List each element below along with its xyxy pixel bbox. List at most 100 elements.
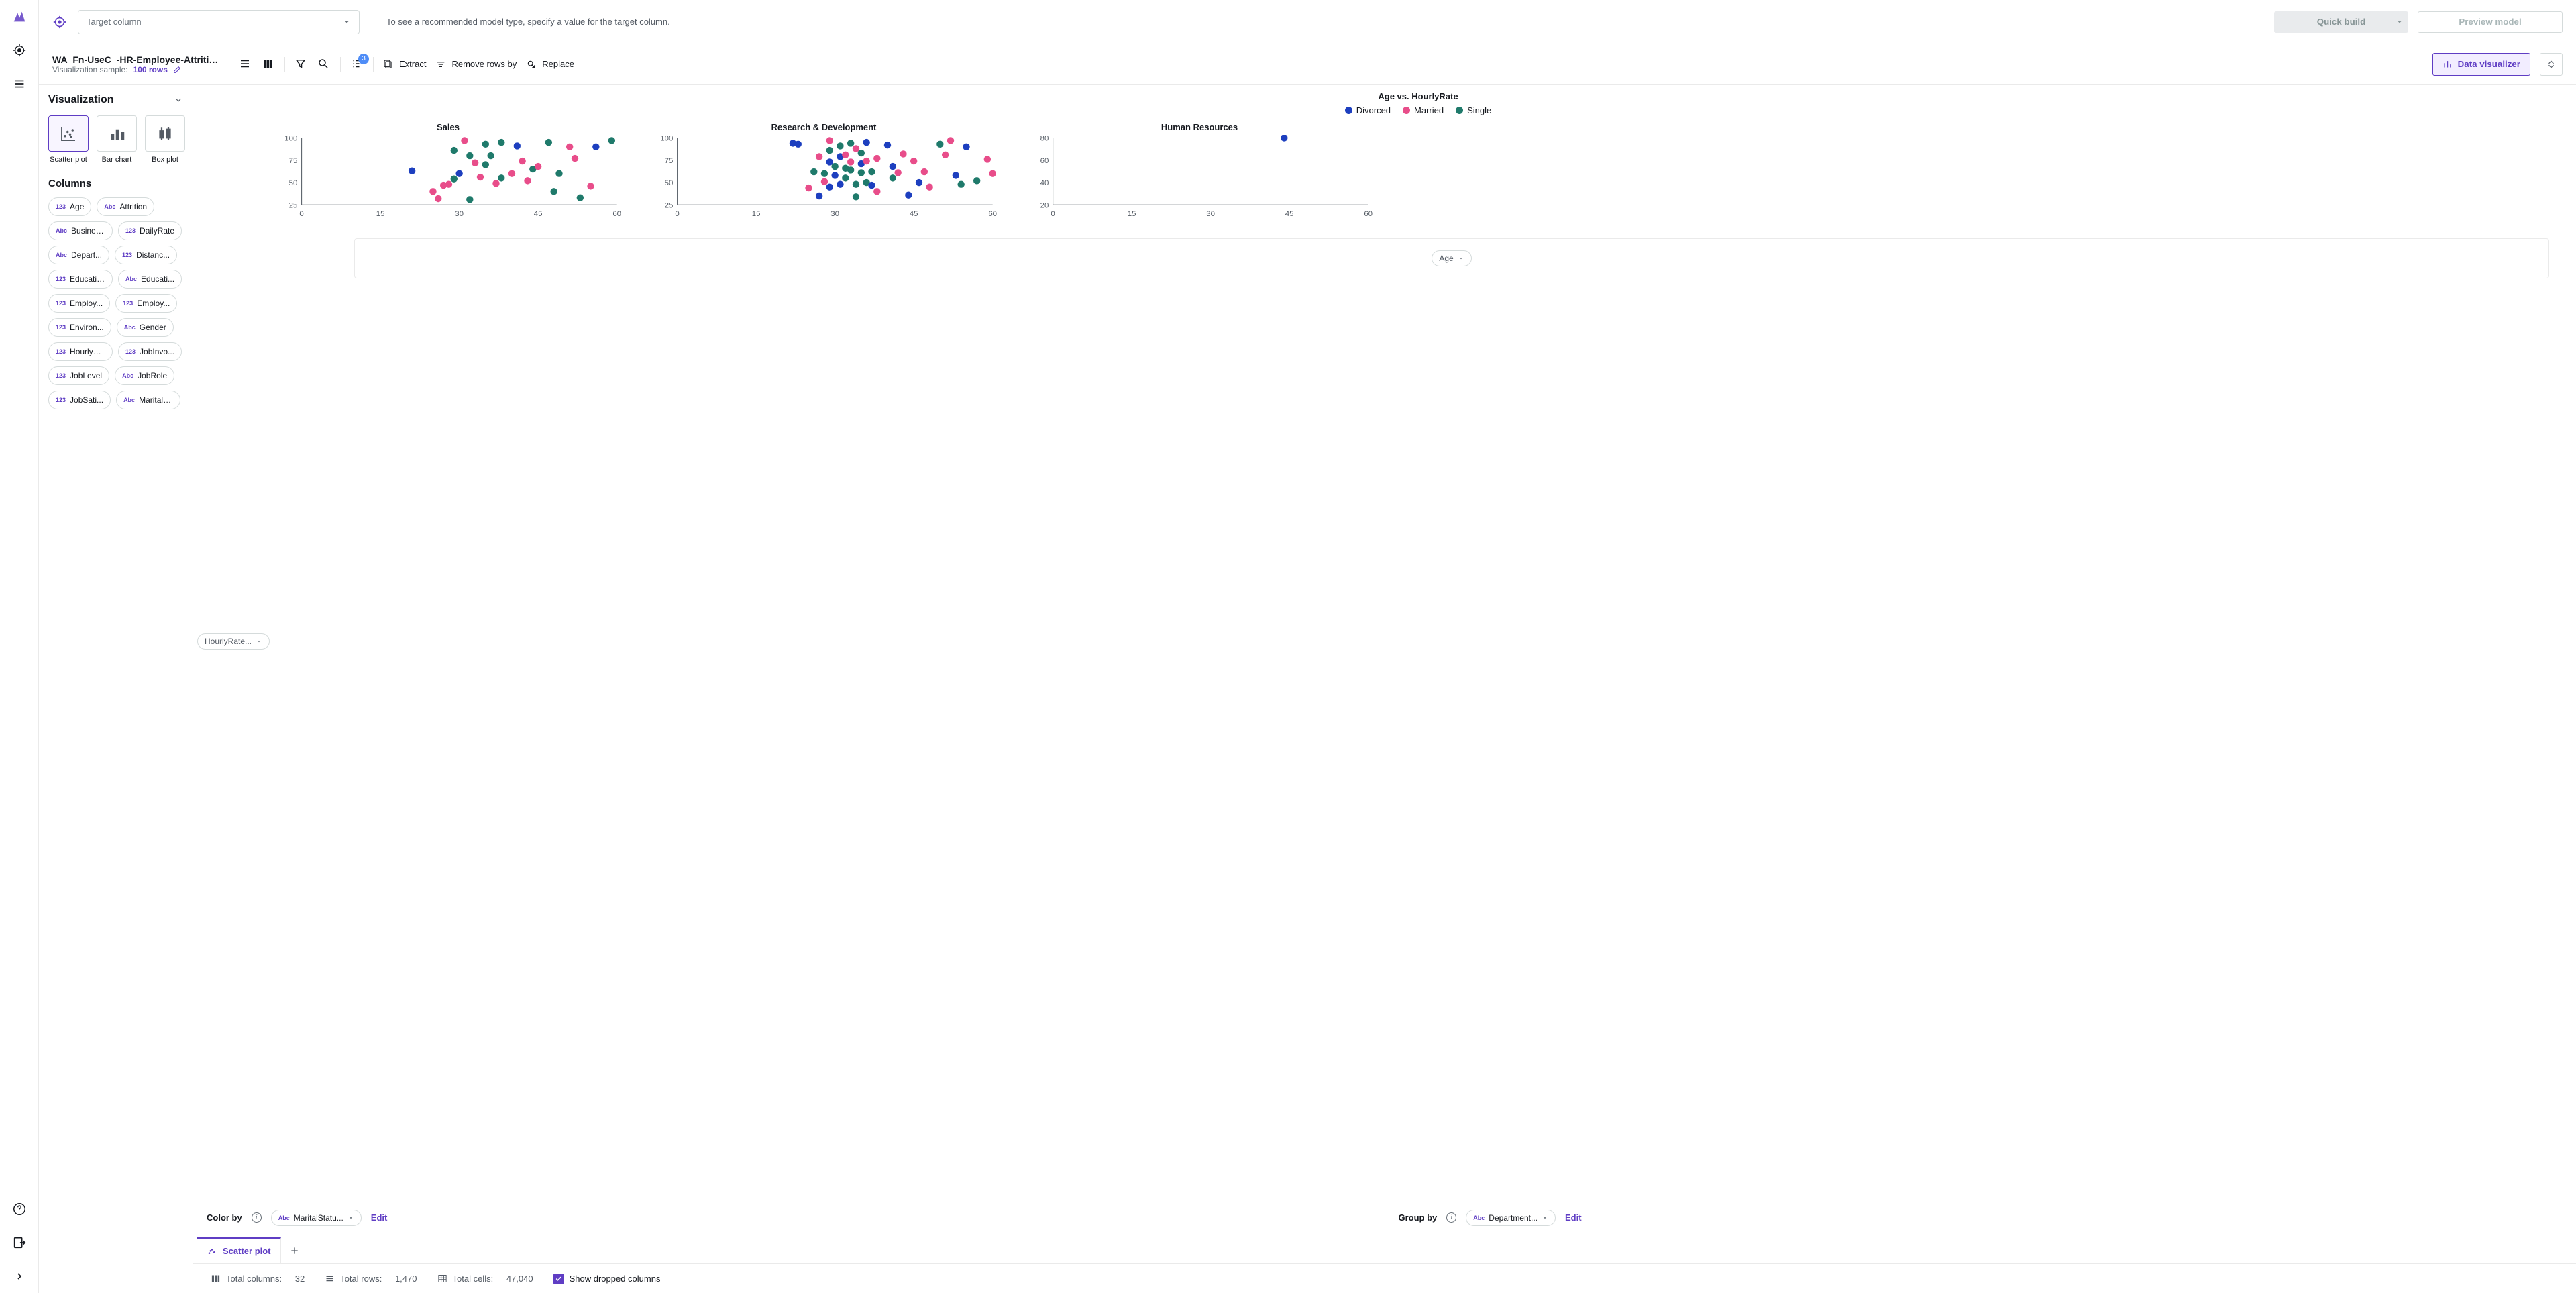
topbar: Target column To see a recommended model… xyxy=(39,0,2576,44)
crosshair-icon xyxy=(52,15,67,30)
replace-button[interactable]: Replace xyxy=(526,59,574,70)
column-chip[interactable]: 123Employ... xyxy=(115,294,177,313)
column-chip[interactable]: 123JobInvo... xyxy=(118,342,182,361)
quick-build-button[interactable]: Quick build xyxy=(2274,11,2408,33)
svg-text:75: 75 xyxy=(289,157,298,165)
svg-text:15: 15 xyxy=(1128,210,1136,218)
edit-icon[interactable] xyxy=(173,65,182,74)
data-visualizer-button[interactable]: Data visualizer xyxy=(2432,53,2530,76)
column-chip[interactable]: 123DailyRate xyxy=(118,221,182,240)
facet-research-development: Research & Development255075100015304560 xyxy=(649,122,998,229)
target-nav-icon[interactable] xyxy=(12,43,27,58)
svg-text:25: 25 xyxy=(289,201,298,209)
tab-scatter-plot[interactable]: Scatter plot xyxy=(197,1237,281,1263)
column-chip[interactable]: 123JobSati... xyxy=(48,391,111,409)
svg-text:60: 60 xyxy=(988,210,997,218)
column-chip[interactable]: 123Distanc... xyxy=(115,246,177,264)
chevron-right-icon[interactable] xyxy=(12,1269,27,1284)
color-by-control: Color by i AbcMaritalStatu... Edit xyxy=(193,1198,1385,1237)
left-panel: Visualization Scatter plotBar chartBox p… xyxy=(39,85,193,1293)
svg-text:60: 60 xyxy=(1040,157,1049,165)
facet-human-resources: Human Resources20406080015304560 xyxy=(1025,122,1374,229)
steps-icon[interactable]: 3 xyxy=(350,58,364,71)
exit-icon[interactable] xyxy=(12,1235,27,1250)
viz-type-bar-chart[interactable]: Bar chart xyxy=(97,115,137,164)
total-cells: Total cells: 47,040 xyxy=(437,1274,533,1284)
color-edit-link[interactable]: Edit xyxy=(371,1212,388,1223)
svg-text:80: 80 xyxy=(1040,135,1049,143)
color-by-pill[interactable]: AbcMaritalStatu... xyxy=(271,1210,362,1226)
grid-view-icon[interactable] xyxy=(262,58,275,71)
viz-type-box-plot[interactable]: Box plot xyxy=(145,115,185,164)
logo-icon[interactable] xyxy=(12,9,27,24)
column-chip[interactable]: AbcDepart... xyxy=(48,246,109,264)
expand-icon[interactable] xyxy=(2540,53,2563,76)
sample-value[interactable]: 100 rows xyxy=(133,65,168,74)
target-column-select[interactable]: Target column xyxy=(78,10,360,34)
preview-model-button[interactable]: Preview model xyxy=(2418,11,2563,33)
show-dropped-toggle[interactable]: Show dropped columns xyxy=(553,1274,661,1284)
column-chip[interactable]: 123Education xyxy=(48,270,113,289)
group-by-pill[interactable]: AbcDepartment... xyxy=(1466,1210,1556,1226)
filter-icon[interactable] xyxy=(294,58,308,71)
svg-text:45: 45 xyxy=(910,210,918,218)
svg-text:0: 0 xyxy=(675,210,679,218)
column-chip[interactable]: AbcEducati... xyxy=(118,270,182,289)
y-axis-pill[interactable]: HourlyRate... xyxy=(197,633,270,650)
svg-text:60: 60 xyxy=(1364,210,1373,218)
svg-text:40: 40 xyxy=(1040,179,1049,187)
column-chip[interactable]: 123JobLevel xyxy=(48,366,109,385)
column-chip[interactable]: 123Employ... xyxy=(48,294,110,313)
help-icon[interactable] xyxy=(12,1202,27,1217)
y-axis-dropzone[interactable]: HourlyRate... xyxy=(193,85,274,1198)
left-sidebar xyxy=(0,0,39,1293)
statusbar: Total columns: 32 Total rows: 1,470 Tota… xyxy=(193,1263,2576,1293)
search-icon[interactable] xyxy=(317,58,331,71)
svg-text:75: 75 xyxy=(665,157,674,165)
info-icon[interactable]: i xyxy=(1446,1212,1456,1223)
target-placeholder: Target column xyxy=(87,17,142,27)
viz-type-scatter-plot[interactable]: Scatter plot xyxy=(48,115,89,164)
column-chip[interactable]: 123Environ... xyxy=(48,318,111,337)
dataset-title: WA_Fn-UseC_-HR-Employee-Attrition... xyxy=(52,54,220,65)
x-axis-pill[interactable]: Age xyxy=(1432,250,1471,266)
x-axis-dropzone[interactable]: Age xyxy=(354,238,2549,278)
svg-text:15: 15 xyxy=(376,210,385,218)
total-rows: Total rows: 1,470 xyxy=(325,1274,417,1284)
chevron-down-icon[interactable] xyxy=(174,95,183,105)
list-view-icon[interactable] xyxy=(239,58,252,71)
target-hint: To see a recommended model type, specify… xyxy=(386,17,670,27)
add-tab-button[interactable] xyxy=(281,1237,308,1263)
column-chip[interactable]: 123Age xyxy=(48,197,91,216)
sample-label: Visualization sample: xyxy=(52,65,128,74)
svg-text:50: 50 xyxy=(289,179,298,187)
svg-text:30: 30 xyxy=(830,210,839,218)
list-nav-icon[interactable] xyxy=(12,76,27,91)
svg-text:20: 20 xyxy=(1040,201,1049,209)
info-icon[interactable]: i xyxy=(252,1212,262,1223)
remove-rows-button[interactable]: Remove rows by xyxy=(435,59,517,70)
svg-text:45: 45 xyxy=(1285,210,1294,218)
filebar: WA_Fn-UseC_-HR-Employee-Attrition... Vis… xyxy=(39,44,2576,85)
svg-text:45: 45 xyxy=(534,210,543,218)
svg-text:25: 25 xyxy=(665,201,674,209)
total-columns: Total columns: 32 xyxy=(211,1274,305,1284)
column-chip[interactable]: AbcJobRole xyxy=(115,366,174,385)
column-chip[interactable]: AbcBusines... xyxy=(48,221,113,240)
svg-text:100: 100 xyxy=(284,135,297,143)
svg-text:100: 100 xyxy=(660,135,673,143)
column-chip[interactable]: AbcGender xyxy=(117,318,174,337)
column-chip[interactable]: 123HourlyR... xyxy=(48,342,113,361)
svg-text:30: 30 xyxy=(1206,210,1215,218)
extract-button[interactable]: Extract xyxy=(383,59,426,70)
group-edit-link[interactable]: Edit xyxy=(1565,1212,1582,1223)
steps-badge: 3 xyxy=(358,54,369,64)
svg-text:60: 60 xyxy=(612,210,621,218)
chart-legend: DivorcedMarriedSingle xyxy=(274,105,2563,115)
chevron-down-icon[interactable] xyxy=(2390,11,2408,33)
column-chip[interactable]: AbcMaritalS... xyxy=(116,391,180,409)
column-chip[interactable]: AbcAttrition xyxy=(97,197,154,216)
svg-text:15: 15 xyxy=(752,210,761,218)
group-by-control: Group by i AbcDepartment... Edit xyxy=(1385,1198,2576,1237)
svg-text:30: 30 xyxy=(455,210,464,218)
